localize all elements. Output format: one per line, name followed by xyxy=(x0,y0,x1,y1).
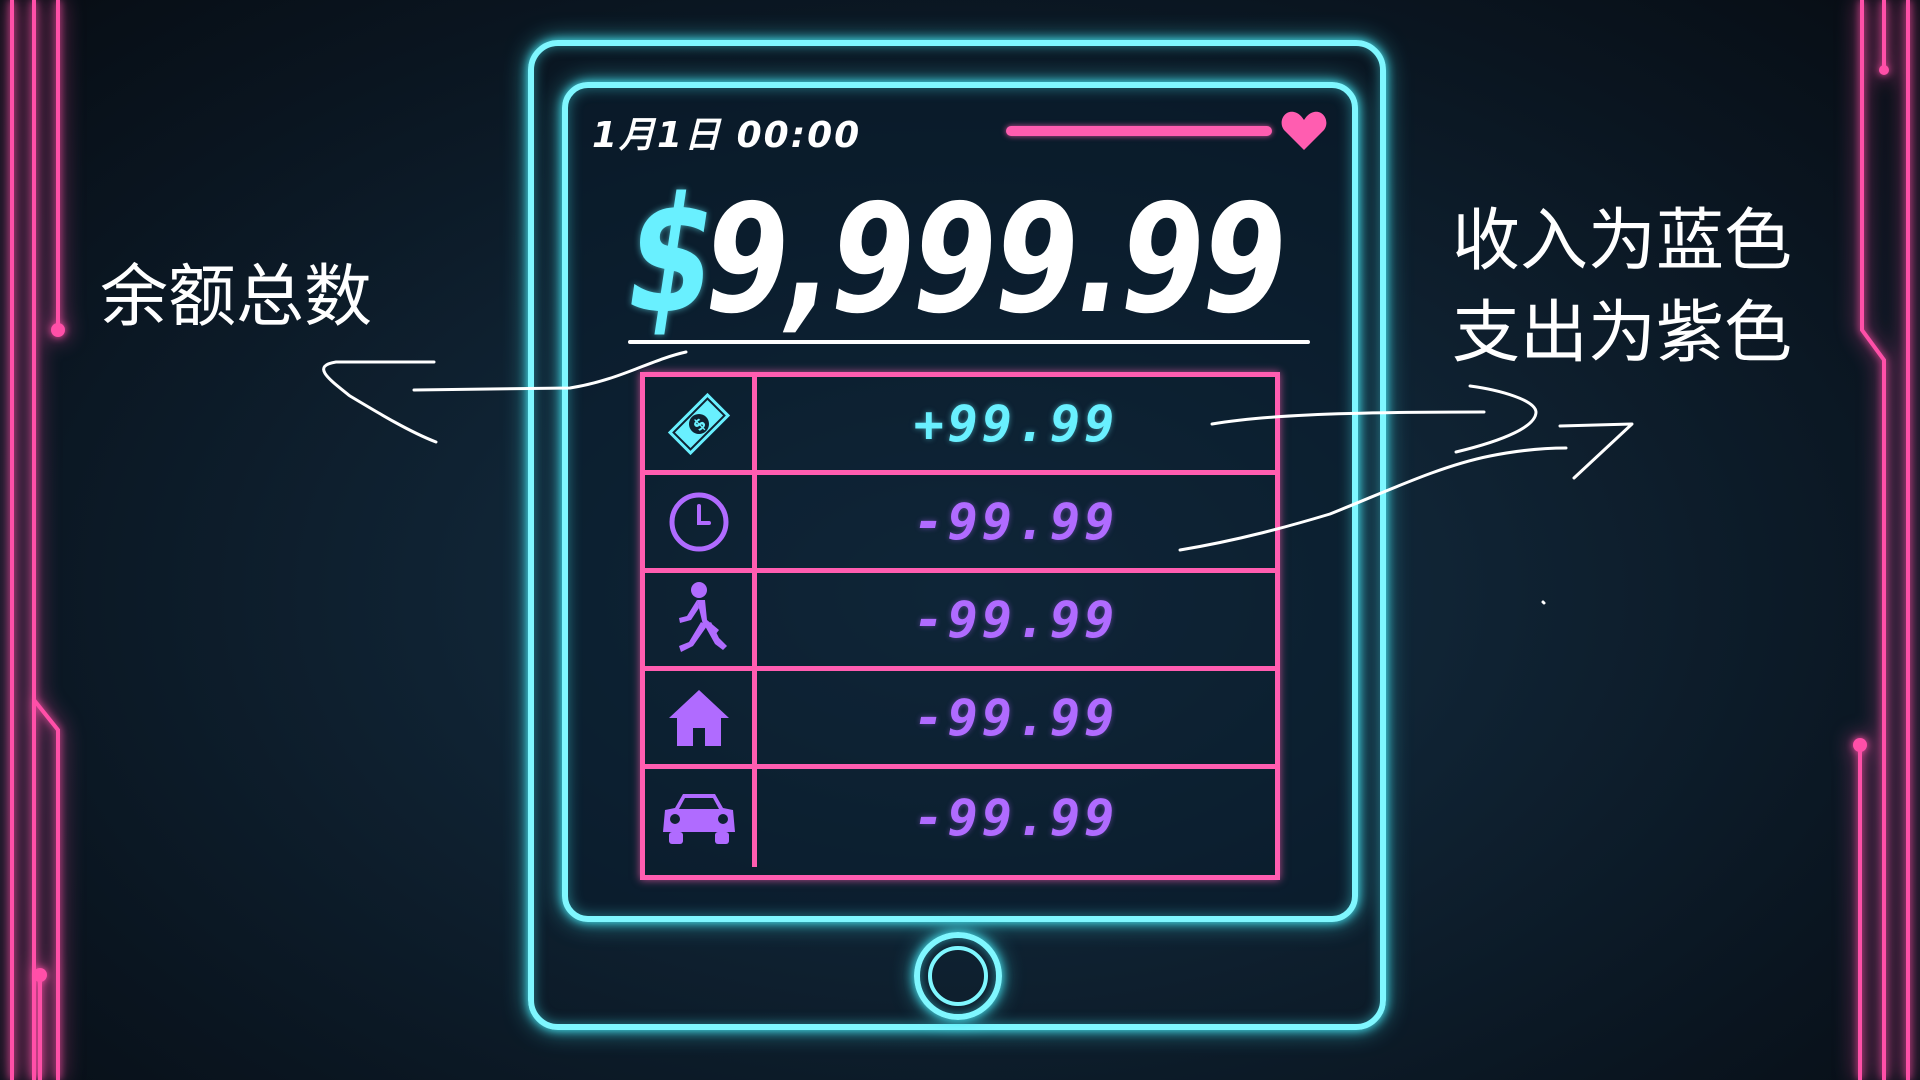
house-icon xyxy=(668,689,729,746)
transaction-row[interactable]: -99.99 xyxy=(645,475,1275,573)
transaction-icon-cell: $ xyxy=(645,377,757,470)
money-icon: $ xyxy=(667,392,730,455)
balance-display: $9,999.99 xyxy=(628,176,1430,356)
home-button[interactable] xyxy=(914,932,1002,1020)
currency-symbol: $ xyxy=(628,162,715,349)
transaction-row[interactable]: -99.99 xyxy=(645,573,1275,671)
balance-annotation: 余额总数 xyxy=(100,258,373,337)
transaction-amount: -99.99 xyxy=(913,789,1119,847)
transaction-amount: -99.99 xyxy=(913,590,1119,649)
transaction-row[interactable]: -99.99 xyxy=(645,769,1275,867)
clock-icon xyxy=(669,492,728,551)
transaction-icon-cell xyxy=(645,671,757,764)
transaction-icon-cell xyxy=(645,475,757,568)
balance-amount: 9,999.99 xyxy=(705,173,1286,347)
transaction-table: $ +99.99 -99.99 -99.99 -99.99 -99.99 xyxy=(640,372,1280,880)
transaction-icon-cell xyxy=(645,573,757,666)
health-bar xyxy=(1006,126,1272,136)
heart-icon xyxy=(1281,111,1327,150)
car-icon xyxy=(662,794,735,844)
walking-person-icon xyxy=(678,581,727,652)
balance-underline xyxy=(628,340,1310,344)
legend-income-annotation: 收入为蓝色 xyxy=(1452,202,1793,281)
legend-expense-annotation: 支出为紫色 xyxy=(1452,294,1793,373)
transaction-row[interactable]: -99.99 xyxy=(645,671,1275,769)
transaction-amount: -99.99 xyxy=(913,492,1119,551)
transaction-icon-cell xyxy=(645,769,757,867)
game-screen: 1月1日 00:00 $9,999.99 $ +99.99 -99.99 -99… xyxy=(0,0,1920,1080)
datetime-display: 1月1日 00:00 xyxy=(592,115,862,156)
transaction-amount: +99.99 xyxy=(913,394,1119,453)
transaction-amount: -99.99 xyxy=(913,688,1119,747)
transaction-row[interactable]: $ +99.99 xyxy=(645,377,1275,475)
